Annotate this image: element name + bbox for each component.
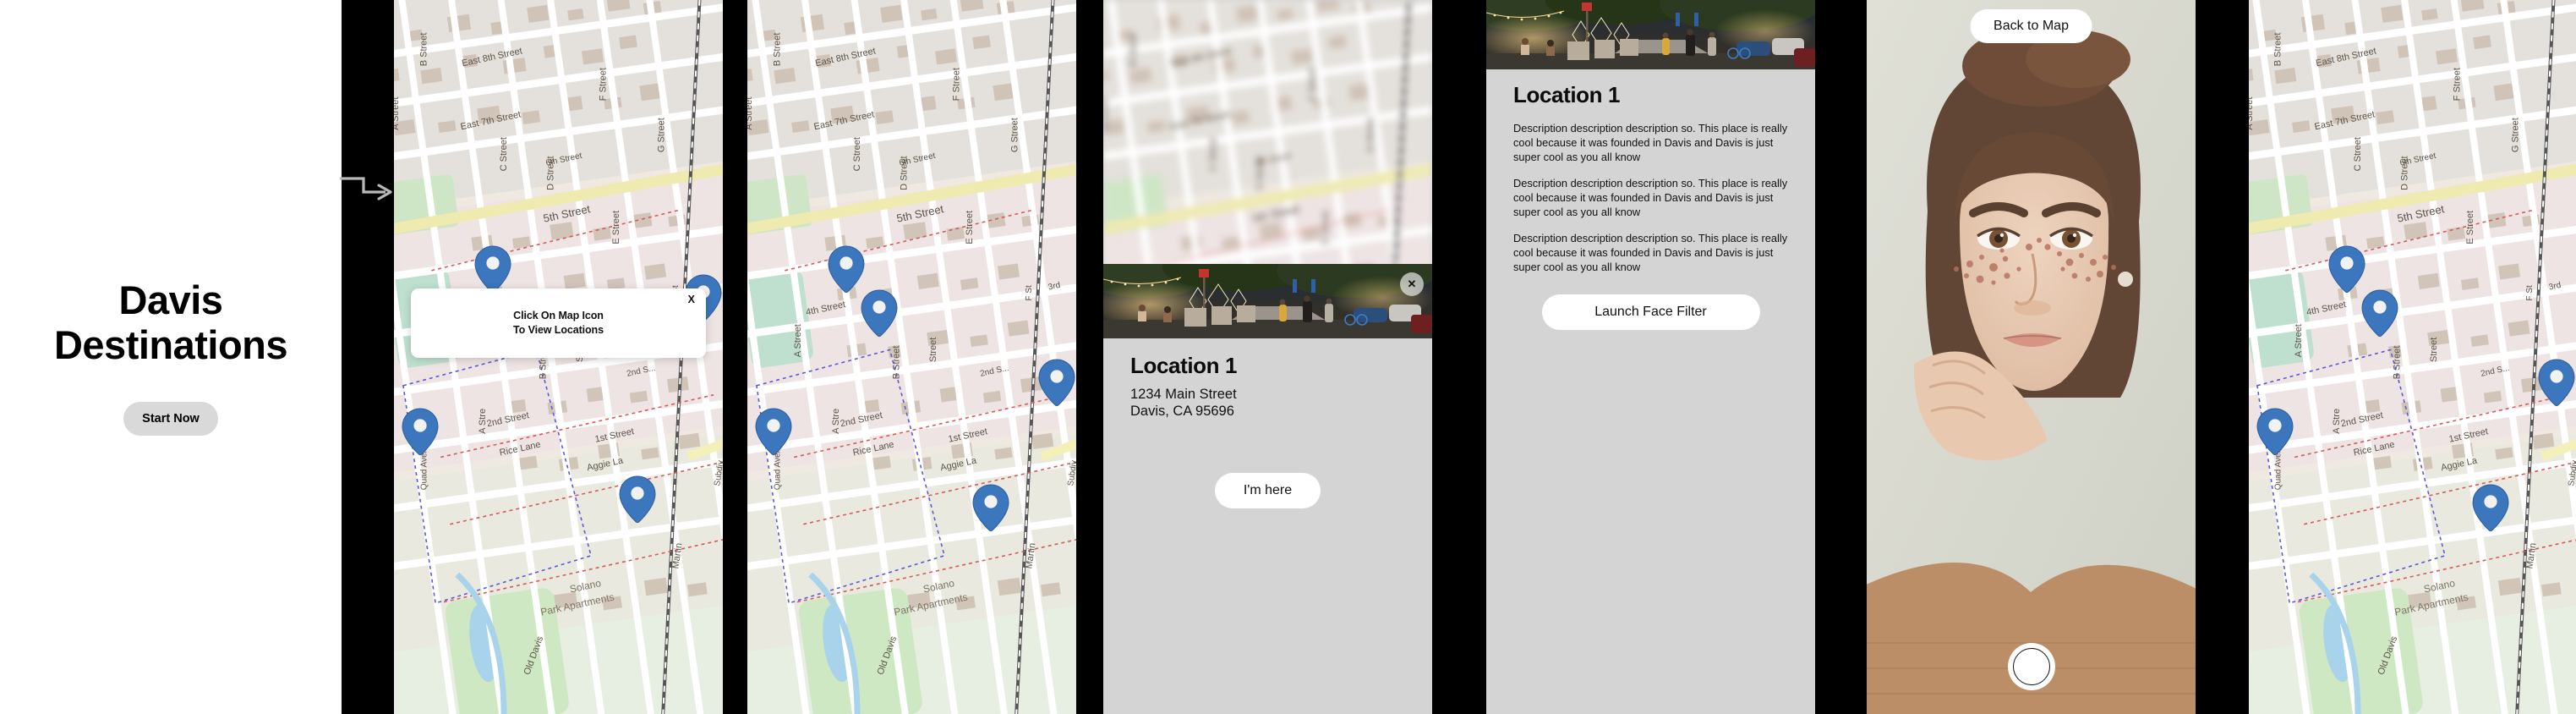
map-pin-icon[interactable] — [2538, 359, 2575, 408]
tooltip-line-1: Click On Map Icon — [513, 310, 604, 322]
location-hero-image: ✕ — [1103, 264, 1432, 338]
start-now-button[interactable]: Start Now — [123, 401, 218, 436]
description-body: Location 1 Description description descr… — [1486, 69, 1815, 330]
close-icon[interactable]: X — [688, 294, 695, 305]
screen-map-return — [2249, 0, 2576, 714]
location-sheet: ✕ Location 1 1234 Main Street Davis, CA … — [1103, 264, 1432, 714]
map-pin-icon[interactable] — [619, 475, 656, 525]
screen-face-filter: Back to Map — [1867, 0, 2196, 714]
map-pin-icon[interactable] — [2328, 245, 2365, 294]
camera-preview — [1867, 0, 2196, 714]
flow-arrow — [338, 165, 397, 206]
map-pin-icon[interactable] — [972, 484, 1009, 533]
launch-face-filter-button[interactable]: Launch Face Filter — [1541, 294, 1760, 330]
screen-map-with-tooltip: X Click On Map Icon To View Locations — [394, 0, 723, 714]
arrow-right-icon — [340, 177, 392, 200]
intro-title-line1: Davis — [118, 277, 223, 323]
location-title: Location 1 — [1130, 353, 1238, 378]
description-sheet: Location 1 Description description descr… — [1486, 69, 1815, 714]
location-hero-image — [1486, 0, 1815, 69]
location-address: 1234 Main Street Davis, CA 95696 — [1130, 386, 1405, 420]
screen-location-description: Location 1 Description description descr… — [1486, 0, 1815, 714]
tooltip-line-2: To View Locations — [513, 324, 604, 336]
description-paragraph: Description description description so. … — [1513, 121, 1788, 163]
screen-intro: Davis Destinations Start Now — [0, 0, 342, 714]
back-to-map-button[interactable]: Back to Map — [1970, 9, 2092, 43]
camera-shutter-icon[interactable] — [2007, 643, 2055, 690]
map-pin-icon[interactable] — [755, 408, 792, 457]
im-here-button[interactable]: I'm here — [1214, 472, 1321, 508]
location-title: Location 1 — [1513, 82, 1621, 107]
map-canvas[interactable] — [2249, 0, 2576, 714]
map-pin-icon[interactable] — [1038, 359, 1075, 408]
map-pin-icon[interactable] — [828, 245, 865, 294]
location-sheet-body: Location 1 1234 Main Street Davis, CA 95… — [1103, 338, 1432, 508]
screen-location-detail: ✕ Location 1 1234 Main Street Davis, CA … — [1103, 0, 1432, 714]
screen-map — [747, 0, 1076, 714]
description-paragraph: Description description description so. … — [1513, 176, 1788, 218]
map-hint-tooltip: X Click On Map Icon To View Locations — [411, 288, 706, 358]
shutter-inner-ring — [2012, 648, 2050, 685]
intro-title-line2: Destinations — [53, 322, 288, 367]
map-pin-icon[interactable] — [2472, 484, 2509, 533]
map-pin-icon[interactable] — [402, 408, 439, 457]
description-paragraph: Description description description so. … — [1513, 231, 1788, 273]
app-flow-board: Davis Destinations Start Now X Click On … — [0, 0, 2576, 714]
map-pin-icon[interactable] — [474, 245, 511, 294]
map-pin-icon[interactable] — [2256, 408, 2294, 457]
description-list: Description description description so. … — [1513, 121, 1788, 274]
close-icon[interactable]: ✕ — [1400, 272, 1424, 296]
address-line-1: 1234 Main Street — [1130, 386, 1237, 402]
map-pin-icon[interactable] — [2361, 289, 2398, 338]
address-line-2: Davis, CA 95696 — [1130, 404, 1234, 420]
map-canvas[interactable] — [747, 0, 1076, 714]
page-title: Davis Destinations — [0, 278, 342, 367]
map-pin-icon[interactable] — [861, 289, 898, 338]
